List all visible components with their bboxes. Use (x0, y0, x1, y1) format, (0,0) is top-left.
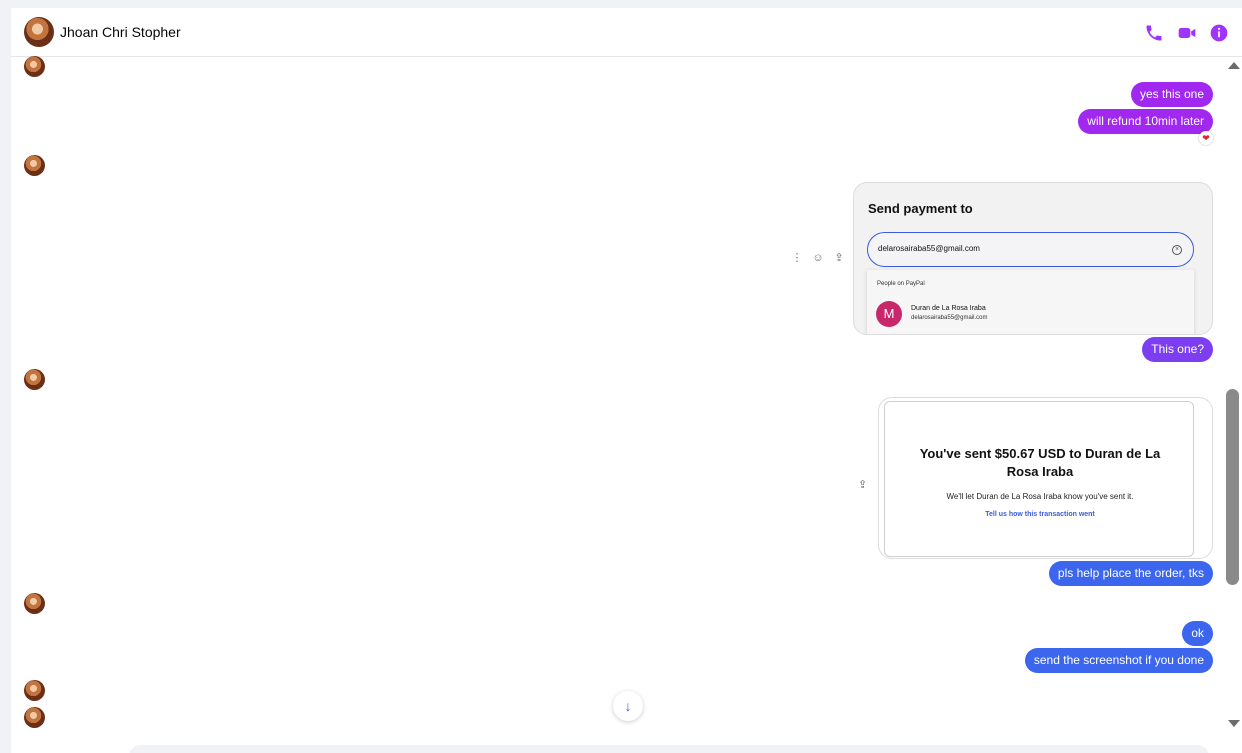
message-bubble[interactable]: pls help place the order, tks (1048, 561, 1213, 586)
share-icon[interactable]: ⇪ (858, 479, 870, 491)
contact-avatar-small[interactable] (24, 56, 45, 77)
emoji-react-icon[interactable]: ☺ (811, 251, 825, 265)
payment-confirmation-screenshot[interactable]: You've sent $50.67 USD to Duran de La Ro… (878, 397, 1213, 559)
contact-avatar-small[interactable] (24, 707, 45, 728)
contact-avatar-small[interactable] (24, 155, 45, 176)
message-bubble[interactable]: yes this one (1130, 82, 1213, 107)
scroll-thumb[interactable] (1226, 389, 1239, 585)
payment-suggestions: People on PayPal M Duran de La Rosa Irab… (867, 270, 1194, 334)
clear-icon: × (1172, 245, 1182, 255)
message-actions: ⋮ ☺ ⇪ (790, 251, 850, 265)
contact-avatar-small[interactable] (24, 369, 45, 390)
message-bubble[interactable]: send the screenshot if you done (1024, 648, 1213, 673)
feedback-link: Tell us how this transaction went (985, 511, 1095, 518)
suggestions-label: People on PayPal (877, 281, 925, 287)
heart-reaction-icon[interactable]: ❤ (1199, 131, 1213, 145)
payee-name: Duran de La Rosa Iraba (911, 305, 986, 312)
scroll-down-arrow-icon[interactable] (1228, 720, 1240, 727)
message-bubble[interactable]: This one? (1142, 337, 1213, 362)
video-icon[interactable] (1177, 23, 1197, 43)
info-icon[interactable] (1209, 23, 1229, 43)
scrollbar[interactable] (1224, 57, 1242, 753)
payment-email-value: delarosairaba55@gmail.com (878, 244, 980, 253)
message-bubble[interactable]: ok (1182, 621, 1213, 646)
payment-title: Send payment to (868, 201, 973, 216)
confirmation-title: You've sent $50.67 USD to Duran de La Ro… (919, 446, 1161, 479)
contact-avatar-small[interactable] (24, 680, 45, 701)
chat-window: Jhoan Chri Stopher yes this one will ref… (11, 8, 1242, 753)
share-icon[interactable]: ⇪ (832, 251, 846, 265)
confirmation-panel: You've sent $50.67 USD to Duran de La Ro… (884, 401, 1194, 557)
payee-avatar: M (876, 301, 902, 327)
contact-avatar[interactable] (24, 17, 54, 47)
payee-email: delarosairaba55@gmail.com (911, 315, 988, 321)
chat-header: Jhoan Chri Stopher (11, 8, 1242, 57)
more-options-icon[interactable]: ⋮ (790, 251, 804, 265)
message-bubble[interactable]: will refund 10min later (1078, 109, 1213, 134)
contact-avatar-small[interactable] (24, 593, 45, 614)
scroll-up-arrow-icon[interactable] (1228, 62, 1240, 69)
message-composer[interactable] (129, 745, 1209, 753)
confirmation-subtitle: We'll let Duran de La Rosa Iraba know yo… (946, 492, 1134, 501)
phone-icon[interactable] (1144, 23, 1164, 43)
payment-email-field: delarosairaba55@gmail.com × (867, 232, 1194, 267)
contact-name[interactable]: Jhoan Chri Stopher (60, 24, 181, 40)
payment-screenshot[interactable]: Send payment to delarosairaba55@gmail.co… (853, 182, 1213, 335)
scroll-to-bottom-button[interactable]: ↓ (613, 691, 643, 721)
